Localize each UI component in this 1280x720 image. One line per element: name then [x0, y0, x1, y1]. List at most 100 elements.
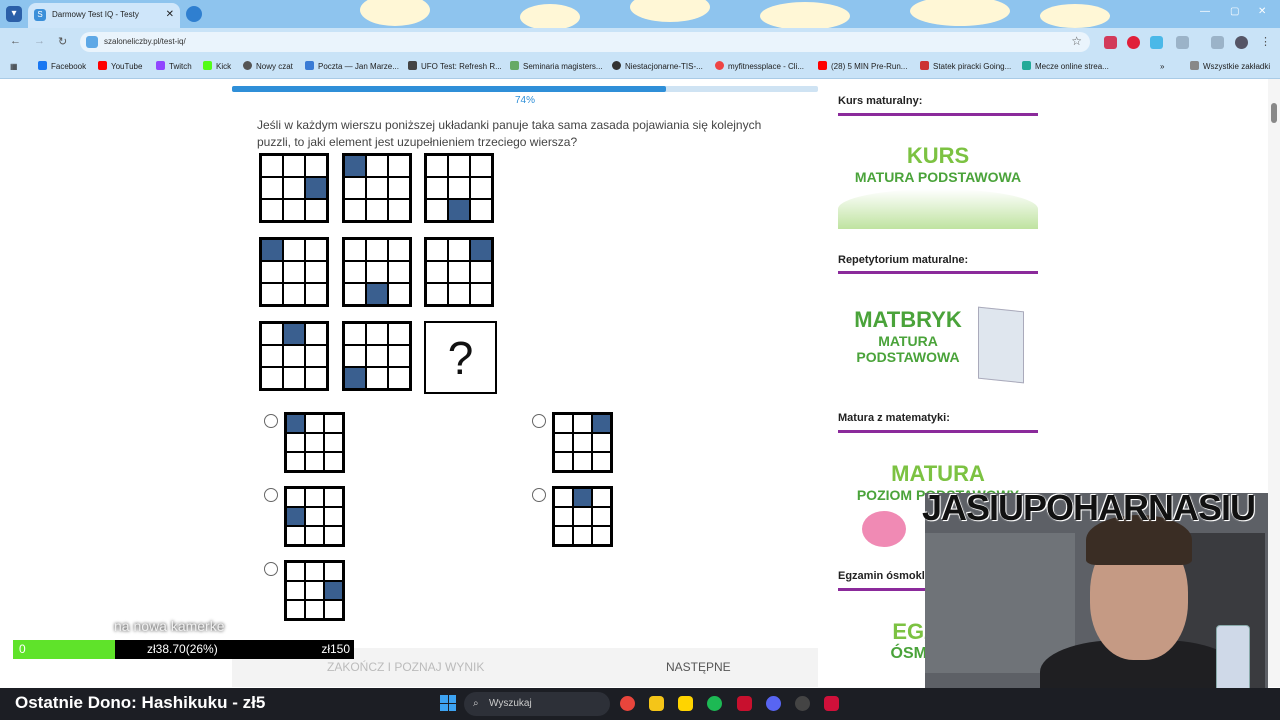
- bookmark-youtube[interactable]: YouTube: [98, 56, 142, 78]
- extension-icon[interactable]: [1104, 36, 1117, 49]
- answer-radio-1[interactable]: [264, 414, 278, 428]
- puzzle-cell: [305, 177, 327, 199]
- answer-cell: [324, 581, 343, 600]
- puzzle-cell: [366, 261, 388, 283]
- menu-dots-icon[interactable]: ⋮: [1260, 35, 1271, 48]
- all-bookmarks[interactable]: Wszystkie zakładki: [1190, 56, 1270, 78]
- bookmark-statek[interactable]: Statek piracki Going...: [920, 56, 1011, 78]
- ad-kurs[interactable]: KURS MATURA PODSTAWOWA: [838, 143, 1038, 229]
- puzzle-tile: [424, 237, 494, 307]
- app-icon[interactable]: [824, 696, 839, 711]
- donation-amount: zł38.70(26%): [147, 642, 218, 656]
- stream-banner: JASIUPOHARNASIU: [922, 487, 1256, 528]
- extension-icon[interactable]: [1127, 36, 1140, 49]
- puzzle-cell: [305, 283, 327, 305]
- bookmark-tis[interactable]: Niestacjonarne-TIS-...: [612, 56, 703, 78]
- scrollbar-thumb[interactable]: [1271, 103, 1277, 123]
- site-info-icon[interactable]: [86, 36, 98, 48]
- answer-cell: [554, 526, 573, 545]
- cloud-decoration: [520, 4, 580, 28]
- bookmark-prerun[interactable]: (28) 5 MIN Pre-Run...: [818, 56, 907, 78]
- answer-cell: [305, 600, 324, 619]
- apps-grid-icon[interactable]: ▦: [10, 56, 18, 78]
- puzzle-cell: [283, 367, 305, 389]
- taskbar-search[interactable]: ⌕ Wyszukaj: [464, 692, 610, 716]
- answer-option-3[interactable]: [284, 486, 345, 547]
- profile-avatar[interactable]: [1235, 36, 1248, 49]
- bookmark-mail[interactable]: Poczta — Jan Marze...: [305, 56, 399, 78]
- obs-icon[interactable]: [795, 696, 810, 711]
- bookmark-ufo[interactable]: UFO Test: Refresh R...: [408, 56, 502, 78]
- answer-option-1[interactable]: [284, 412, 345, 473]
- puzzle-cell: [344, 239, 366, 261]
- puzzle-cell: [388, 345, 410, 367]
- sidebar-title-matura: Matura z matematyki:: [838, 412, 950, 424]
- sticky-notes-icon[interactable]: [678, 696, 693, 711]
- bookmark-twitch[interactable]: Twitch: [156, 56, 192, 78]
- answer-option-5[interactable]: [284, 560, 345, 621]
- puzzle-cell: [305, 323, 327, 345]
- scrollbar[interactable]: [1268, 79, 1280, 687]
- puzzle-cell: [388, 155, 410, 177]
- extensions-puzzle-icon[interactable]: [1176, 36, 1189, 49]
- ad-kurs-subtitle: MATURA PODSTAWOWA: [854, 169, 1022, 185]
- answer-cell: [573, 414, 592, 433]
- answer-option-4[interactable]: [552, 486, 613, 547]
- puzzle-cell: [261, 155, 283, 177]
- spotify-icon[interactable]: [707, 696, 722, 711]
- tab-search-icon[interactable]: ▾: [6, 6, 22, 22]
- answer-cell: [324, 562, 343, 581]
- tab-close-icon[interactable]: ✕: [166, 3, 174, 27]
- answer-cell: [324, 507, 343, 526]
- bookmark-kick[interactable]: Kick: [203, 56, 231, 78]
- puzzle-tile: [424, 153, 494, 223]
- media-icon[interactable]: [1211, 36, 1224, 49]
- back-icon[interactable]: ←: [10, 35, 21, 47]
- app-icon[interactable]: [737, 696, 752, 711]
- extension-icon[interactable]: [1150, 36, 1163, 49]
- facebook-icon: [38, 61, 47, 70]
- maximize-icon[interactable]: ▢: [1230, 6, 1239, 17]
- minimize-icon[interactable]: —: [1200, 6, 1210, 17]
- puzzle-cell: [448, 283, 470, 305]
- bookmark-mecze[interactable]: Mecze online strea...: [1022, 56, 1109, 78]
- bookmark-facebook[interactable]: Facebook: [38, 56, 86, 78]
- bookmark-seminaria[interactable]: Seminaria magisters...: [510, 56, 603, 78]
- bookmark-star-icon[interactable]: ☆: [1071, 34, 1082, 48]
- puzzle-cell: [448, 177, 470, 199]
- ad-kurs-title: KURS: [906, 143, 970, 168]
- puzzle-cell: [366, 199, 388, 221]
- puzzle-tile: [342, 321, 412, 391]
- kick-icon: [203, 61, 212, 70]
- url-input[interactable]: szaloneliczby.pl/test-iq/ ☆: [80, 32, 1090, 52]
- new-tab-button[interactable]: [186, 6, 202, 22]
- ad-matbryk[interactable]: MATBRYK MATURA PODSTAWOWA: [838, 307, 978, 365]
- puzzle-cell: [426, 155, 448, 177]
- windows-start-icon[interactable]: [440, 695, 456, 711]
- divider: [838, 271, 1038, 274]
- address-bar-row: ← → ↻ szaloneliczby.pl/test-iq/ ☆ ⋮: [0, 28, 1280, 56]
- forward-icon[interactable]: →: [34, 35, 45, 47]
- tab-active[interactable]: S Darmowy Test IQ - Testy ✕: [28, 3, 180, 28]
- puzzle-cell: [344, 177, 366, 199]
- discord-icon[interactable]: [766, 696, 781, 711]
- answer-option-2[interactable]: [552, 412, 613, 473]
- file-explorer-icon[interactable]: [649, 696, 664, 711]
- bookmark-chat[interactable]: Nowy czat: [243, 56, 293, 78]
- answer-cell: [286, 433, 305, 452]
- donation-goal: zł150: [321, 642, 350, 656]
- bookmark-fitness[interactable]: myfitnessplace - Cli...: [715, 56, 804, 78]
- close-window-icon[interactable]: ✕: [1258, 6, 1266, 17]
- answer-cell: [305, 414, 324, 433]
- puzzle-cell: [388, 367, 410, 389]
- answer-radio-3[interactable]: [264, 488, 278, 502]
- answer-radio-2[interactable]: [532, 414, 546, 428]
- answer-radio-4[interactable]: [532, 488, 546, 502]
- answer-radio-5[interactable]: [264, 562, 278, 576]
- next-button[interactable]: NASTĘPNE: [666, 648, 731, 687]
- more-bookmarks-icon[interactable]: »: [1160, 56, 1164, 78]
- chrome-icon[interactable]: [620, 696, 635, 711]
- answer-cell: [554, 507, 573, 526]
- reload-icon[interactable]: ↻: [58, 35, 67, 48]
- puzzle-cell: [305, 199, 327, 221]
